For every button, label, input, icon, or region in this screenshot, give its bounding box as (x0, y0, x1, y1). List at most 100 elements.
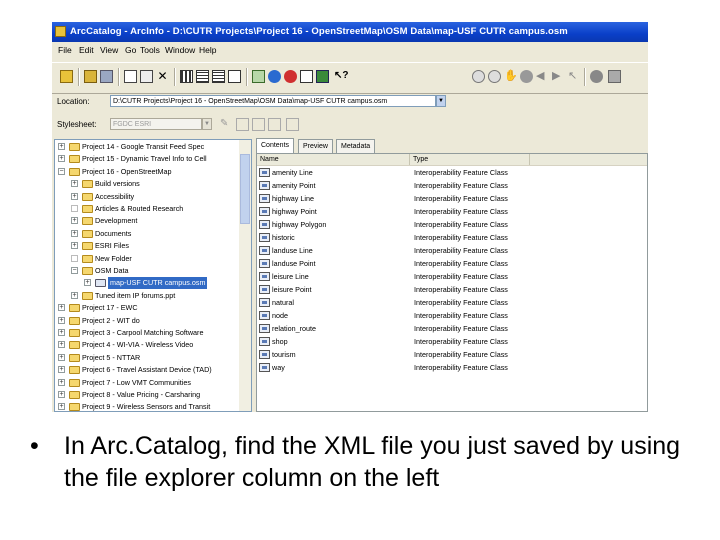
export-metadata-icon[interactable] (268, 118, 281, 131)
identify-icon[interactable] (590, 70, 603, 83)
menu-file[interactable]: File (58, 45, 72, 55)
folder-icon (82, 192, 93, 201)
expand-icon[interactable]: + (58, 155, 65, 163)
content-row[interactable]: node Interoperability Feature Class (257, 309, 647, 322)
content-row[interactable]: relation_route Interoperability Feature C… (257, 322, 647, 335)
stylesheet-label: Stylesheet: (57, 120, 97, 129)
tab-preview[interactable]: Preview (298, 139, 333, 153)
content-row[interactable]: landuse Point Interoperability Feature Cl… (257, 257, 647, 270)
location-label: Location: (57, 97, 90, 106)
back-arrow-icon[interactable]: ◀ (536, 70, 549, 83)
tree-node-label: Project 2 - WIT do (82, 315, 140, 325)
content-row[interactable]: amenity Point Interoperability Feature Cl… (257, 179, 647, 192)
import-metadata-icon[interactable] (252, 118, 265, 131)
column-header: Name Type (257, 154, 647, 166)
tab-contents[interactable]: Contents (256, 138, 295, 153)
content-row[interactable]: highway Line Interoperability Feature Cla… (257, 192, 647, 205)
menu-help[interactable]: Help (199, 45, 216, 55)
feature-class-icon (259, 194, 270, 203)
folder-icon (82, 229, 93, 238)
expand-icon[interactable]: + (58, 316, 65, 324)
search-globe-icon[interactable] (268, 70, 281, 83)
expand-icon[interactable]: + (71, 180, 78, 188)
contents-list: Name Type amenity Line Interoperability F… (256, 153, 648, 412)
copy-icon[interactable] (124, 70, 137, 83)
expand-icon[interactable]: + (58, 329, 65, 336)
arctoolbox-icon[interactable] (284, 70, 297, 83)
zoom-in-icon[interactable] (472, 70, 485, 83)
content-row[interactable]: leisure Line Interoperability Feature Cla… (257, 270, 647, 283)
disconnect-folder-icon[interactable] (100, 70, 113, 83)
edit-metadata-icon[interactable]: ✎ (220, 118, 233, 131)
collapse-icon[interactable]: − (58, 167, 65, 175)
zoom-out-icon[interactable] (488, 70, 501, 83)
content-row[interactable]: shop Interoperability Feature Class (257, 335, 647, 348)
expand-icon[interactable]: + (58, 341, 65, 349)
stylesheet-dropdown-icon[interactable]: ▼ (202, 118, 212, 130)
expand-icon[interactable]: + (58, 391, 65, 398)
column-type[interactable]: Type (410, 154, 530, 165)
content-row[interactable]: landuse Line Interoperability Feature Cla… (257, 244, 647, 257)
update-metadata-icon[interactable] (286, 118, 299, 131)
menu-edit[interactable]: Edit (79, 45, 94, 55)
forward-arrow-icon[interactable]: ▶ (552, 70, 565, 83)
expand-icon[interactable]: + (58, 403, 65, 411)
tab-metadata[interactable]: Metadata (336, 139, 376, 153)
expand-icon[interactable]: + (58, 366, 65, 374)
whats-this-help-icon[interactable]: ↖? (334, 70, 349, 83)
tree-node-label: Accessibility (95, 191, 135, 201)
expand-icon[interactable]: + (71, 229, 78, 237)
content-row[interactable]: leisure Point Interoperability Feature Cl… (257, 283, 647, 296)
stylesheet-select[interactable]: FGDC ESRI (110, 118, 202, 130)
expand-icon[interactable]: + (58, 304, 65, 312)
create-thumbnail-icon[interactable] (608, 70, 621, 83)
column-name[interactable]: Name (257, 154, 410, 165)
tree-scrollbar-thumb[interactable] (240, 154, 250, 224)
command-window-icon[interactable] (300, 70, 313, 83)
content-row[interactable]: tourism Interoperability Feature Class (257, 348, 647, 361)
expand-icon[interactable]: + (71, 217, 78, 225)
connect-folder-icon[interactable] (84, 70, 97, 83)
expand-icon[interactable]: + (58, 353, 65, 361)
content-row[interactable]: natural Interoperability Feature Class (257, 296, 647, 309)
details-icon[interactable] (212, 70, 225, 83)
delete-icon[interactable]: ✕ (156, 70, 169, 83)
expand-icon[interactable]: + (71, 192, 78, 200)
menu-window[interactable]: Window (165, 45, 195, 55)
expand-icon[interactable]: + (71, 242, 78, 250)
content-row[interactable]: highway Point Interoperability Feature Cl… (257, 205, 647, 218)
thumbnails-icon[interactable] (228, 70, 241, 83)
expand-icon[interactable]: + (58, 378, 65, 386)
feature-class-icon (259, 350, 270, 359)
pan-hand-icon[interactable]: ✋ (504, 70, 518, 83)
menu-view[interactable]: View (100, 45, 118, 55)
menu-tools[interactable]: Tools (140, 45, 160, 55)
location-dropdown-icon[interactable]: ▼ (436, 95, 446, 107)
full-extent-icon[interactable] (520, 70, 533, 83)
collapse-icon[interactable]: − (71, 267, 78, 274)
checkbox-icon[interactable] (71, 254, 78, 262)
paste-icon[interactable] (140, 70, 153, 83)
expand-icon[interactable]: + (84, 279, 91, 287)
content-row[interactable]: way Interoperability Feature Class (257, 361, 647, 374)
location-input[interactable]: D:\CUTR Projects\Project 16 - OpenStreet… (110, 95, 436, 107)
tree-node-label: Project 4 - WI-VIA - Wireless Video (82, 340, 194, 350)
row-name: way (272, 363, 285, 372)
menu-go[interactable]: Go (125, 45, 136, 55)
checkbox-icon[interactable] (71, 205, 78, 212)
toolbar-separator (118, 68, 120, 86)
large-icons-icon[interactable] (180, 70, 193, 83)
content-row[interactable]: highway Polygon Interoperability Feature … (257, 218, 647, 231)
model-builder-icon[interactable] (316, 70, 329, 83)
content-row[interactable]: historic Interoperability Feature Class (257, 231, 647, 244)
expand-icon[interactable]: + (58, 143, 65, 150)
up-one-level-icon[interactable] (60, 70, 73, 83)
select-arrow-icon[interactable]: ↖ (568, 70, 581, 83)
list-icon[interactable] (196, 70, 209, 83)
tree-scrollbar[interactable] (239, 140, 251, 411)
row-name: landuse Point (272, 259, 316, 268)
metadata-properties-icon[interactable] (236, 118, 249, 131)
launch-arcmap-icon[interactable] (252, 70, 265, 83)
content-row[interactable]: amenity Line Interoperability Feature Cla… (257, 166, 647, 179)
expand-icon[interactable]: + (71, 291, 78, 299)
